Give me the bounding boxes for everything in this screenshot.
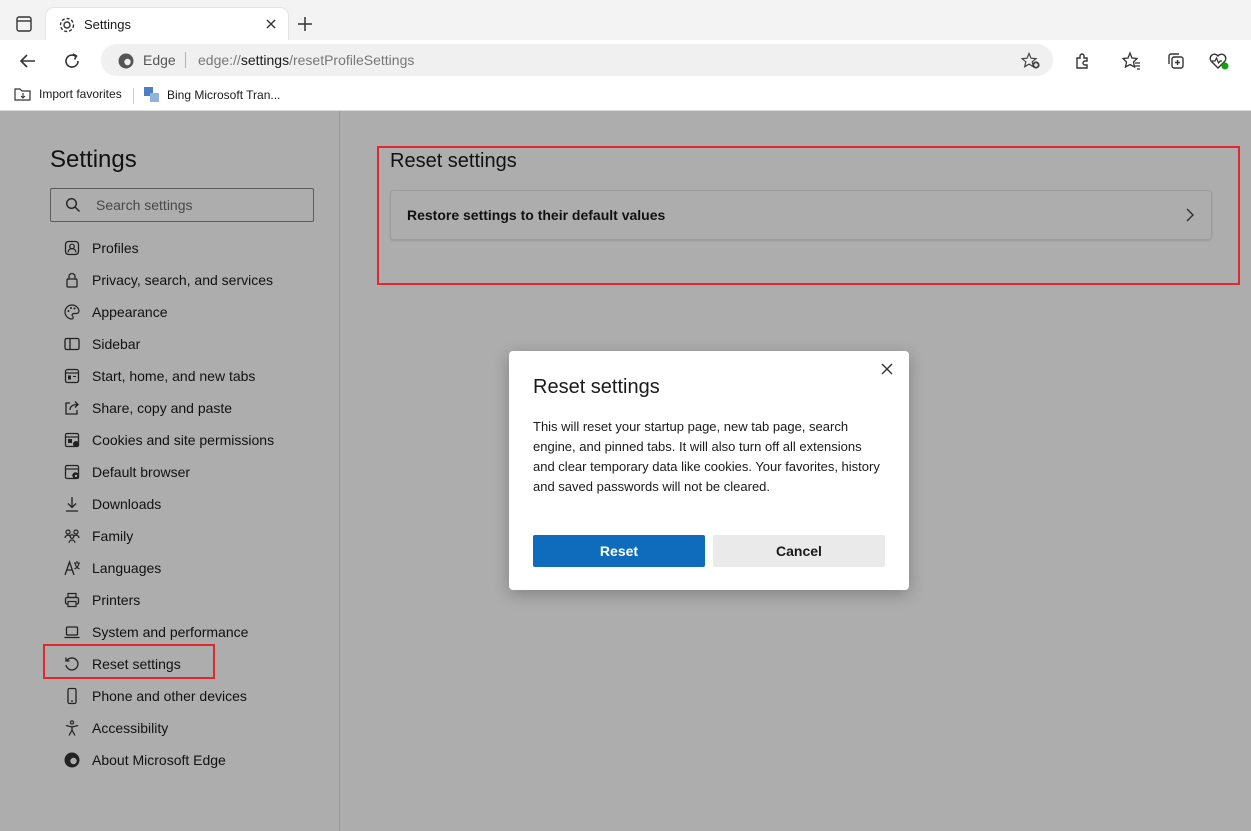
close-tab-icon[interactable] — [264, 17, 278, 31]
reset-button[interactable]: Reset — [533, 535, 705, 567]
close-icon[interactable] — [879, 361, 895, 377]
favorite-label: Import favorites — [39, 87, 122, 101]
extensions-icon[interactable] — [1069, 48, 1095, 74]
browser-essentials-icon[interactable] — [1206, 48, 1232, 74]
dialog-body: This will reset your startup page, new t… — [533, 419, 880, 494]
site-label: Edge — [143, 52, 176, 68]
settings-tab[interactable]: Settings — [46, 8, 288, 41]
gear-icon — [58, 16, 76, 34]
bing-translator-link[interactable]: Bing Microsoft Tran... — [143, 86, 280, 103]
url-text[interactable]: edge://settings/resetProfileSettings — [198, 52, 414, 68]
url-host: settings — [240, 52, 290, 68]
url-path: /resetProfileSettings — [289, 52, 415, 68]
cancel-button[interactable]: Cancel — [713, 535, 885, 567]
import-folder-icon — [14, 88, 31, 101]
favorite-label: Bing Microsoft Tran... — [167, 87, 281, 102]
refresh-icon[interactable] — [59, 48, 85, 74]
edge-logo-icon — [117, 52, 135, 70]
address-bar[interactable]: Edge edge://settings/resetProfileSetting… — [101, 44, 1053, 76]
highlight-box-reset-nav — [43, 644, 215, 679]
tab-title: Settings — [84, 17, 131, 32]
url-prefix: edge:// — [198, 52, 241, 68]
favorites-icon[interactable] — [1118, 48, 1144, 74]
favorites-divider — [133, 88, 134, 104]
highlight-box-main — [377, 146, 1240, 285]
add-favorite-icon[interactable] — [1021, 52, 1041, 70]
import-favorites-link[interactable]: Import favorites — [14, 86, 122, 102]
back-arrow-icon[interactable] — [15, 48, 41, 74]
address-divider — [185, 52, 186, 68]
reset-dialog: Reset settings This will reset your star… — [509, 351, 909, 590]
tab-actions-icon[interactable] — [13, 13, 35, 35]
translator-icon — [144, 87, 159, 102]
new-tab-icon[interactable] — [296, 15, 314, 33]
favorites-bar: Import favorites Bing Microsoft Tran... — [0, 80, 1251, 111]
dialog-title: Reset settings — [533, 376, 660, 398]
collections-icon[interactable] — [1163, 48, 1189, 74]
